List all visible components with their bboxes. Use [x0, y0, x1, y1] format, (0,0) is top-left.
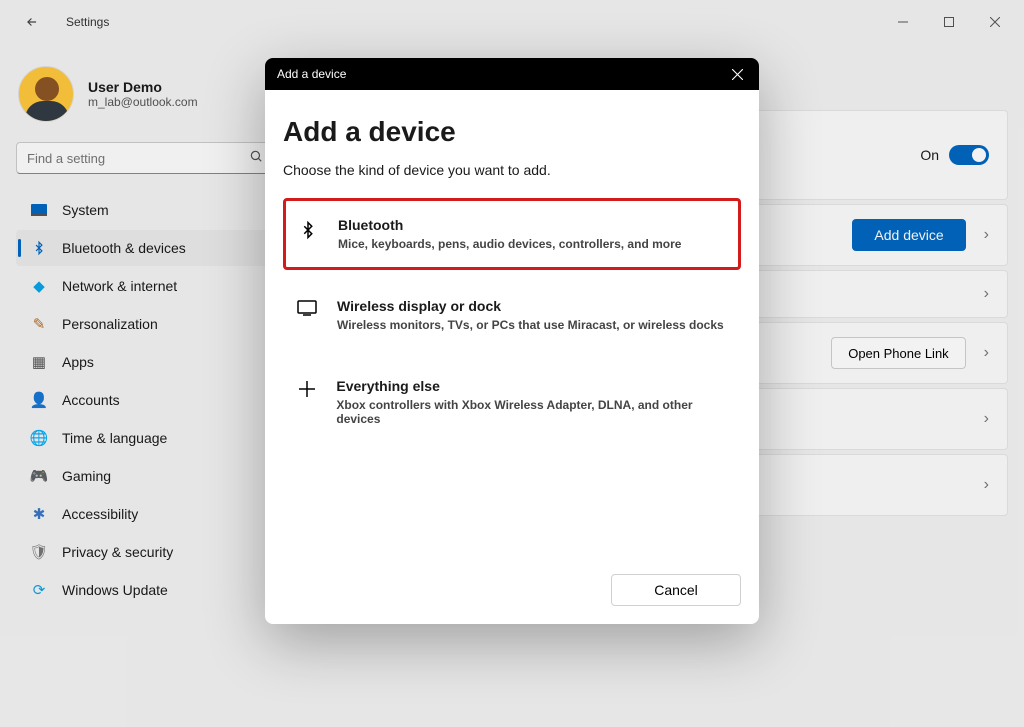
- option-subtitle: Xbox controllers with Xbox Wireless Adap…: [336, 398, 729, 426]
- plus-icon: [295, 380, 318, 398]
- display-icon: [295, 300, 319, 316]
- dialog-overlay: Add a device Add a device Choose the kin…: [0, 0, 1024, 727]
- option-subtitle: Wireless monitors, TVs, or PCs that use …: [337, 318, 724, 332]
- option-title: Wireless display or dock: [337, 298, 724, 314]
- dialog-close-button[interactable]: [723, 62, 751, 86]
- add-device-dialog: Add a device Add a device Choose the kin…: [265, 58, 759, 624]
- dialog-heading: Add a device: [283, 116, 741, 148]
- option-title: Bluetooth: [338, 217, 681, 233]
- option-wireless-display[interactable]: Wireless display or dock Wireless monito…: [283, 280, 741, 350]
- option-bluetooth[interactable]: Bluetooth Mice, keyboards, pens, audio d…: [283, 198, 741, 270]
- option-subtitle: Mice, keyboards, pens, audio devices, co…: [338, 237, 681, 251]
- option-title: Everything else: [336, 378, 729, 394]
- option-everything-else[interactable]: Everything else Xbox controllers with Xb…: [283, 360, 741, 444]
- bluetooth-icon: [296, 219, 320, 241]
- dialog-titlebar-title: Add a device: [277, 67, 346, 81]
- dialog-subheading: Choose the kind of device you want to ad…: [283, 162, 741, 178]
- cancel-button[interactable]: Cancel: [611, 574, 741, 606]
